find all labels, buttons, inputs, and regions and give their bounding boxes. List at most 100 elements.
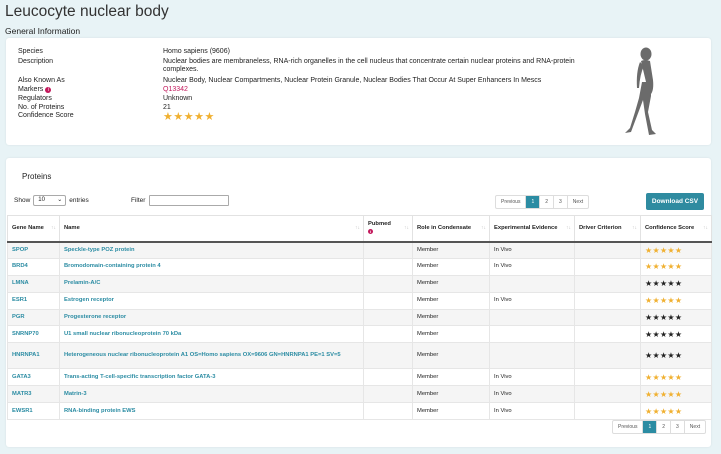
evidence-cell: In Vivo [489, 368, 575, 387]
role-cell: Member [412, 402, 490, 421]
info-label: Species [18, 48, 43, 55]
criterion-cell [574, 385, 641, 404]
pagination-page-2[interactable]: 2 [540, 196, 555, 208]
protein-name-link[interactable]: Bromodomain-containing protein 4 [59, 257, 364, 276]
evidence-cell: In Vivo [489, 291, 575, 310]
entries-select-value: 10 [38, 197, 45, 203]
sort-icon: ↑↓ [481, 225, 486, 232]
pagination-next[interactable]: Next [685, 421, 705, 433]
pagination-page-3[interactable]: 3 [671, 421, 685, 433]
protein-name-link[interactable]: Speckle-type POZ protein [59, 241, 364, 259]
role-cell: Member [412, 274, 490, 293]
column-header-label: Role in Condensate [417, 225, 472, 232]
marker-link[interactable]: Q13342 [163, 86, 583, 94]
criterion-cell [574, 325, 641, 344]
pubmed-cell [363, 274, 413, 293]
evidence-cell: In Vivo [489, 241, 575, 259]
pubmed-cell [363, 342, 413, 370]
table-row: BRD4 Bromodomain-containing protein 4 Memb… [7, 257, 712, 276]
gene-link[interactable]: SPOP [7, 241, 60, 259]
criterion-cell [574, 241, 641, 259]
gene-link[interactable]: SNRNP70 [7, 325, 60, 344]
protein-name-link[interactable]: RNA-binding protein EWS [59, 402, 364, 421]
column-header-pubmed[interactable]: Pubmed i ↑↓ [363, 215, 413, 243]
gene-link[interactable]: EWSR1 [7, 402, 60, 421]
filter-input[interactable] [149, 195, 230, 206]
gene-link[interactable]: HNRNPA1 [7, 342, 60, 370]
info-label: Regulators [18, 95, 52, 102]
info-value: Homo sapiens (9606) [163, 48, 230, 55]
table-row: SPOP Speckle-type POZ protein Member In Viv… [7, 241, 712, 259]
pagination-previous[interactable]: Previous [613, 421, 644, 433]
protein-name-link[interactable]: Matrin-3 [59, 385, 364, 404]
column-header-gene[interactable]: Gene Name ↑↓ [7, 215, 60, 243]
pagination-previous[interactable]: Previous [496, 196, 527, 208]
protein-name-link[interactable]: Heterogeneous nuclear ribonucleoprotein … [59, 342, 364, 370]
gene-link[interactable]: BRD4 [7, 257, 60, 276]
gene-link[interactable]: LMNA [7, 274, 60, 293]
page-title: Leucocyte nuclear body [5, 3, 169, 20]
column-header-criterion[interactable]: Driver Criterion ↑↓ [574, 215, 641, 243]
section-title-general: General Information [5, 26, 81, 36]
table-row: GATA3 Trans-acting T-cell-specific transc… [7, 368, 712, 387]
pubmed-cell [363, 291, 413, 310]
markers-label-text: Markers [18, 86, 44, 93]
table-row: SNRNP70 U1 small nuclear ribonucleoprotei… [7, 325, 712, 344]
entries-length-control: Show 10 ⌄ entries [14, 195, 89, 206]
table-row: EWSR1 RNA-binding protein EWS Member In Viv… [7, 402, 712, 421]
info-label: Confidence Score [18, 112, 74, 119]
column-header-confidence[interactable]: Confidence Score ↑↓ [640, 215, 712, 243]
info-label: Also Known As [18, 77, 65, 84]
confidence-stars: ★★★★★ [640, 325, 712, 344]
sort-icon: ↑↓ [355, 225, 360, 232]
pubmed-cell [363, 257, 413, 276]
pubmed-cell [363, 241, 413, 259]
info-value: Nuclear bodies are membraneless, RNA-ric… [163, 58, 575, 73]
general-info-card: Species Homo sapiens (9606) Description … [6, 38, 711, 145]
confidence-stars: ★★★★★ [163, 111, 215, 123]
confidence-stars: ★★★★★ [640, 274, 712, 293]
role-cell: Member [412, 308, 490, 327]
table-row: PGR Progesterone receptor Member ★★★★★ [7, 308, 712, 327]
table-header-row: Gene Name ↑↓ Name ↑↓ Pubmed i ↑↓ Role in Con… [7, 215, 712, 243]
gene-link[interactable]: MATR3 [7, 385, 60, 404]
show-label: Show [14, 197, 31, 204]
pagination-page-2[interactable]: 2 [657, 421, 672, 433]
protein-name-link[interactable]: Estrogen receptor [59, 291, 364, 310]
info-icon[interactable]: i [45, 87, 52, 93]
criterion-cell [574, 291, 641, 310]
gene-link[interactable]: GATA3 [7, 368, 60, 387]
pagination-page-3[interactable]: 3 [554, 196, 568, 208]
human-silhouette-icon [625, 47, 656, 135]
sort-icon: ↑↓ [51, 225, 56, 232]
role-cell: Member [412, 368, 490, 387]
confidence-stars: ★★★★★ [640, 308, 712, 327]
protein-name-link[interactable]: Progesterone receptor [59, 308, 364, 327]
pagination-page-1[interactable]: 1 [643, 421, 658, 433]
column-header-name[interactable]: Name ↑↓ [59, 215, 364, 243]
column-header-label: Confidence Score [645, 225, 695, 232]
pagination-next[interactable]: Next [568, 196, 588, 208]
pubmed-cell [363, 368, 413, 387]
evidence-cell: In Vivo [489, 385, 575, 404]
protein-name-link[interactable]: Prelamin-A/C [59, 274, 364, 293]
evidence-cell [489, 342, 575, 370]
pubmed-cell [363, 385, 413, 404]
gene-link[interactable]: ESR1 [7, 291, 60, 310]
pagination-page-1[interactable]: 1 [526, 196, 541, 208]
criterion-cell [574, 402, 641, 421]
column-header-label: Pubmed [368, 221, 391, 228]
info-label: No. of Proteins [18, 104, 65, 111]
protein-name-link[interactable]: Trans-acting T-cell-specific transcripti… [59, 368, 364, 387]
entries-select[interactable]: 10 ⌄ [33, 195, 67, 206]
column-header-role[interactable]: Role in Condensate ↑↓ [412, 215, 490, 243]
criterion-cell [574, 342, 641, 370]
download-csv-button[interactable]: Download CSV [646, 193, 704, 210]
gene-link[interactable]: PGR [7, 308, 60, 327]
protein-name-link[interactable]: U1 small nuclear ribonucleoprotein 70 kD… [59, 325, 364, 344]
column-header-evidence[interactable]: Experimental Evidence ↑↓ [489, 215, 575, 243]
entries-label: entries [69, 197, 89, 204]
table-row: HNRNPA1 Heterogeneous nuclear ribonucleop… [7, 342, 712, 370]
filter-control: Filter [131, 195, 230, 206]
info-icon[interactable]: i [368, 229, 373, 235]
